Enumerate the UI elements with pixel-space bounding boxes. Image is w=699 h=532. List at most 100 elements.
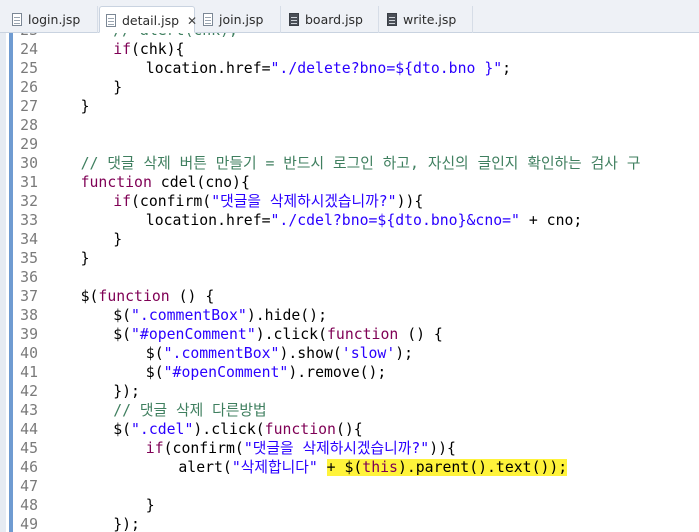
line-number: 47 [20, 478, 38, 495]
highlighted-keyword-token: this [362, 459, 398, 476]
string-token: "댓글을 삭제하시겠습니까?" [243, 440, 430, 457]
line-text: $("#openComment").click(function () { [48, 325, 443, 344]
line-number: 48 [20, 497, 38, 514]
string-token: "#openComment" [131, 326, 256, 343]
line-text: if(confirm("댓글을 삭제하시겠습니까?")){ [48, 192, 423, 211]
string-token: ".commentBox" [131, 307, 247, 324]
tab-label: login.jsp [28, 12, 81, 27]
code-token: $( [113, 326, 132, 343]
tab-detail-jsp[interactable]: detail.jsp ✕ [99, 6, 197, 33]
code-line[interactable]: 43 // 댓글 삭제 다른방법 [0, 401, 699, 420]
code-token: $( [80, 288, 99, 305]
line-text: location.href="./cdel?bno=${dto.bno}&cno… [48, 211, 583, 230]
code-line[interactable]: 49}); [0, 515, 699, 532]
tab-join-jsp[interactable]: join.jsp [197, 6, 281, 33]
line-text: $(".commentBox").hide(); [48, 306, 327, 325]
line-number: 43 [20, 402, 38, 419]
jsp-file-icon [12, 13, 22, 26]
code-line[interactable]: 35} [0, 249, 699, 268]
code-token: ).hide(); [246, 307, 328, 324]
comment-token: // 댓글 삭제 버튼 만들기 = 반드시 로그인 하고, 자신의 글인지 확인… [80, 155, 641, 172]
code-line[interactable]: 41 $("#openComment").remove(); [0, 363, 699, 382]
code-line[interactable]: 45 if(confirm("댓글을 삭제하시겠습니까?")){ [0, 439, 699, 458]
code-token: ).click( [255, 326, 328, 343]
code-line[interactable]: 44 $(".cdel").click(function(){ [0, 420, 699, 439]
code-token: ).click( [193, 421, 265, 438]
line-text: } [48, 249, 90, 268]
code-line[interactable]: 42}); [0, 382, 699, 401]
tab-label: write.jsp [403, 12, 457, 27]
code-line[interactable]: 29 [0, 135, 699, 154]
code-token: )){ [429, 440, 456, 457]
jsp-file-icon [106, 14, 116, 27]
code-line[interactable]: 40 $(".commentBox").show('slow'); [0, 344, 699, 363]
editor-left-rail [0, 33, 6, 532]
tab-board-jsp[interactable]: board.jsp [283, 6, 379, 33]
code-editor[interactable]: 23// alert(chk);24if(chk){25location.hre… [0, 21, 699, 532]
code-token: location.href= [145, 60, 271, 77]
line-text: if(confirm("댓글을 삭제하시겠습니까?")){ [48, 439, 456, 458]
tab-label: board.jsp [305, 12, 363, 27]
keyword-token: if [113, 193, 132, 210]
line-text: location.href="./delete?bno=${dto.bno }"… [48, 59, 511, 78]
keyword-token: function [327, 326, 399, 343]
code-token: } [145, 497, 155, 514]
line-number: 37 [20, 288, 38, 305]
code-token: alert( [178, 459, 232, 476]
line-number: 40 [20, 345, 38, 362]
code-line[interactable]: 34} [0, 230, 699, 249]
jsp-file-icon [289, 13, 299, 26]
code-line[interactable]: 47 [0, 477, 699, 496]
code-line[interactable]: 28 [0, 116, 699, 135]
line-text: function cdel(cno){ [48, 173, 250, 192]
line-text: } [48, 97, 90, 116]
code-token: } [80, 250, 90, 267]
code-line[interactable]: 30 // 댓글 삭제 버튼 만들기 = 반드시 로그인 하고, 자신의 글인지 … [0, 154, 699, 173]
code-line[interactable]: 26} [0, 78, 699, 97]
tab-label: detail.jsp [122, 13, 180, 28]
line-number: 33 [20, 212, 38, 229]
code-editor-window: 23// alert(chk);24if(chk){25location.hre… [0, 0, 699, 532]
code-line[interactable]: 46 alert("삭제합니다" + $(this).parent().text(… [0, 458, 699, 477]
code-line[interactable]: 39 $("#openComment").click(function () { [0, 325, 699, 344]
code-line[interactable]: 24 if(chk){ [0, 40, 699, 59]
code-line[interactable]: 36 [0, 268, 699, 287]
highlighted-code-token: ).parent().text()); [397, 459, 568, 476]
line-text: $(".commentBox").show('slow'); [48, 344, 413, 363]
line-number: 41 [20, 364, 38, 381]
code-token: location.href= [145, 212, 271, 229]
line-number: 45 [20, 440, 38, 457]
string-token: "./cdel?bno=${dto.bno}&cno=" [270, 212, 520, 229]
code-token: (chk){ [131, 41, 185, 58]
line-number: 39 [20, 326, 38, 343]
code-line[interactable]: 27} [0, 97, 699, 116]
code-token: ).remove(); [288, 364, 387, 381]
tab-login-jsp[interactable]: login.jsp [6, 6, 98, 33]
code-line[interactable]: 32 if(confirm("댓글을 삭제하시겠습니까?")){ [0, 192, 699, 211]
code-line[interactable]: 48} [0, 496, 699, 515]
code-line[interactable]: 31 function cdel(cno){ [0, 173, 699, 192]
line-number: 24 [20, 41, 38, 58]
line-number: 36 [20, 269, 38, 286]
code-line[interactable]: 37 $(function () { [0, 287, 699, 306]
tab-write-jsp[interactable]: write.jsp [381, 6, 473, 33]
line-number: 26 [20, 79, 38, 96]
keyword-token: function [80, 174, 152, 191]
code-token: (confirm( [163, 440, 244, 457]
code-line[interactable]: 33 location.href="./cdel?bno=${dto.bno}&c… [0, 211, 699, 230]
string-token: ".commentBox" [163, 345, 280, 362]
comment-token: // 댓글 삭제 다른방법 [113, 402, 267, 419]
code-line[interactable]: 38 $(".commentBox").hide(); [0, 306, 699, 325]
line-number: 29 [20, 136, 38, 153]
code-token: } [80, 98, 90, 115]
code-line[interactable]: 25 location.href="./delete?bno=${dto.bno … [0, 59, 699, 78]
string-token: ".cdel" [131, 421, 194, 438]
close-icon[interactable]: ✕ [187, 14, 197, 28]
string-token: "삭제합니다" [231, 459, 318, 476]
code-token: cdel(cno){ [151, 174, 250, 191]
code-token: )){ [396, 193, 424, 210]
line-number: 27 [20, 98, 38, 115]
line-number: 49 [20, 516, 38, 532]
code-token: }); [113, 383, 140, 400]
